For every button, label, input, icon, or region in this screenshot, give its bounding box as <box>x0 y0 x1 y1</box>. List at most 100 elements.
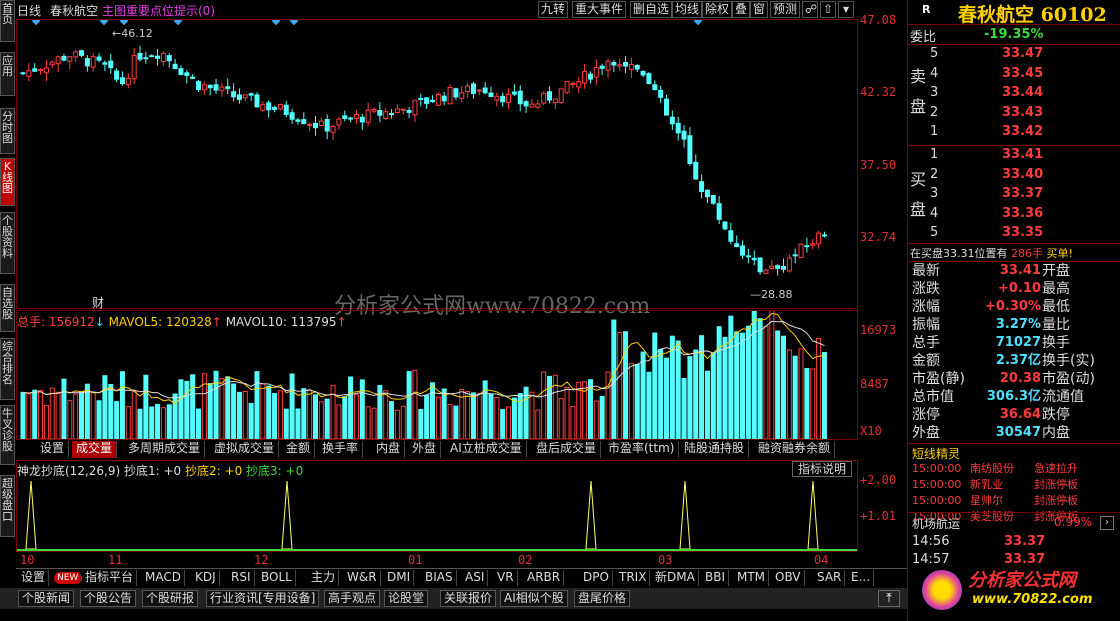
up-arrow-icon[interactable]: ⇧ <box>820 1 836 18</box>
tab-ranking[interactable]: 综合排名 <box>0 338 15 400</box>
stock-title: 春秋航空 60102 <box>958 4 1107 26</box>
subtab-1[interactable]: 成交量 <box>72 441 118 458</box>
tab-kline[interactable]: K线图 <box>0 158 15 206</box>
indicator-tab-19[interactable]: OBV <box>772 570 805 586</box>
indicator-tab-14[interactable]: DPO <box>580 570 613 586</box>
news-tab-7[interactable]: AI相似个股 <box>500 590 568 607</box>
tab-diagnosis[interactable]: 牛叉诊股 <box>0 405 15 465</box>
bottom-signal-spike <box>807 480 819 550</box>
indicator-tab-15[interactable]: TRIX <box>616 570 651 586</box>
volume-bar <box>125 406 131 439</box>
finance-marker[interactable]: 财 <box>92 294 104 311</box>
r-icon[interactable]: R <box>922 3 930 16</box>
volume-bar <box>400 405 406 439</box>
subtab-2[interactable]: 多周期成交量 <box>124 441 206 458</box>
subtab-8[interactable]: AI立桩成交量 <box>446 441 527 458</box>
period-label[interactable]: 日线 <box>17 2 41 19</box>
indicator-help-button[interactable]: 指标说明 <box>792 461 852 477</box>
major-events-button[interactable]: 重大事件 <box>572 1 627 18</box>
subtab-4[interactable]: 金额 <box>282 441 316 458</box>
buys-row[interactable]: 4 33.36 <box>908 205 1120 223</box>
candle-body <box>740 245 746 256</box>
indicator-tick: +2.00 <box>860 473 897 487</box>
sells-row[interactable]: 3 33.44 <box>908 84 1120 102</box>
indicator-tab-13[interactable]: ARBR <box>524 570 565 586</box>
ex-rights-button[interactable]: 除权 <box>702 1 733 18</box>
indicator-tab-16[interactable]: 新DMA <box>652 570 699 586</box>
news-tab-6[interactable]: 关联报价 <box>440 590 497 607</box>
indicator-tab-7[interactable]: 主力 <box>308 570 340 586</box>
subtab-11[interactable]: 陆股通持股 <box>680 441 750 458</box>
forecast-button[interactable]: 预测 <box>770 1 801 18</box>
tab-super-order[interactable]: 超级盘口 <box>0 475 15 537</box>
indicator-tab-21[interactable]: E... <box>848 570 875 586</box>
key-points-hint[interactable]: 主图重要点位提示(0) <box>102 2 215 19</box>
sells-row[interactable]: 1 33.42 <box>908 123 1120 141</box>
news-tab-2[interactable]: 个股研报 <box>142 590 199 607</box>
indicator-tab-4[interactable]: KDJ <box>192 570 220 586</box>
indicator-tab-18[interactable]: MTM <box>734 570 770 586</box>
subtab-6[interactable]: 内盘 <box>372 441 406 458</box>
indicator-tab-10[interactable]: BIAS <box>422 570 457 586</box>
indicator-tab-5[interactable]: RSI <box>228 570 255 586</box>
indicator-tab-20[interactable]: SAR <box>814 570 846 586</box>
dropdown-icon[interactable]: ▾ <box>838 1 854 18</box>
subtab-5[interactable]: 换手率 <box>318 441 364 458</box>
news-tab-5[interactable]: 论股堂 <box>384 590 429 607</box>
indicator-tab-3[interactable]: MACD <box>142 570 185 586</box>
tab-stock-info[interactable]: 个股资料 <box>0 212 15 274</box>
window-button[interactable]: 窗 <box>750 1 769 18</box>
volume-bar <box>236 391 242 439</box>
sells-row[interactable]: 2 33.43 <box>908 104 1120 122</box>
news-tab-4[interactable]: 高手观点 <box>324 590 381 607</box>
subtab-7[interactable]: 外盘 <box>408 441 442 458</box>
lock-icon[interactable]: ☍ <box>802 1 818 18</box>
indicator-tab-12[interactable]: VR <box>494 570 518 586</box>
tab-apps[interactable]: 应用 <box>0 52 15 96</box>
industry-name[interactable]: 机场航运 <box>912 515 960 532</box>
indicator-tab-6[interactable]: BOLL <box>258 570 296 586</box>
indicator-tab-8[interactable]: W&R <box>344 570 381 586</box>
candle-body <box>628 64 634 70</box>
candle-body <box>710 194 716 204</box>
indicator-tab-11[interactable]: ASI <box>462 570 489 586</box>
news-tab-3[interactable]: 行业资讯[专用设备] <box>206 590 320 607</box>
news-tab-8[interactable]: 盘尾价格 <box>574 590 631 607</box>
elf-title[interactable]: 短线精灵 <box>912 445 960 462</box>
elf-row[interactable]: 15:00:00 南纺股份 急速拉升 <box>908 461 1120 477</box>
subtab-9[interactable]: 盘后成交量 <box>532 441 602 458</box>
buys-row[interactable]: 1 33.41 <box>908 146 1120 164</box>
buys-row[interactable]: 3 33.37 <box>908 185 1120 203</box>
subtab-10[interactable]: 市盈率(ttm) <box>604 441 680 458</box>
elf-row[interactable]: 15:00:00 星帅尔 封涨停板 <box>908 493 1120 509</box>
high-price-label: ←46.12 <box>112 27 153 40</box>
kline-chart[interactable] <box>16 19 858 309</box>
sells-row[interactable]: 5 33.47 <box>908 45 1120 63</box>
subtab-12[interactable]: 融资融券余额 <box>754 441 836 458</box>
tab-timeshare[interactable]: 分时图 <box>0 108 15 154</box>
indicator-tab-0[interactable]: 设置 <box>18 570 50 586</box>
indicator-tab-1[interactable]: NEW <box>54 572 83 584</box>
indicator-tab-17[interactable]: BBI <box>702 570 730 586</box>
indicator-tab-9[interactable]: DMI <box>384 570 415 586</box>
tab-watchlist[interactable]: 自选股 <box>0 284 15 332</box>
tab-home[interactable]: 首页 <box>0 0 15 42</box>
ma-button[interactable]: 均线 <box>672 1 703 18</box>
expand-up-icon[interactable]: ⤒ <box>878 590 900 607</box>
volume-bar <box>266 385 272 439</box>
remove-watchlist-button[interactable]: 删自选 <box>630 1 673 18</box>
nine-turn-button[interactable]: 九转 <box>538 1 569 18</box>
elf-row[interactable]: 15:00:00 新乳业 封涨停板 <box>908 477 1120 493</box>
indicator-tab-2[interactable]: 指标平台 <box>82 570 138 586</box>
candle-body <box>336 118 342 126</box>
buys-row[interactable]: 5 33.35 <box>908 224 1120 242</box>
overlay-button[interactable]: 叠 <box>732 1 751 18</box>
expand-icon[interactable]: › <box>1100 516 1114 530</box>
candle-body <box>430 99 435 103</box>
subtab-0[interactable]: 设置 <box>36 441 70 458</box>
news-tab-0[interactable]: 个股新闻 <box>18 590 75 607</box>
subtab-3[interactable]: 虚拟成交量 <box>210 441 280 458</box>
buys-row[interactable]: 2 33.40 <box>908 166 1120 184</box>
sells-row[interactable]: 4 33.45 <box>908 65 1120 83</box>
news-tab-1[interactable]: 个股公告 <box>80 590 137 607</box>
